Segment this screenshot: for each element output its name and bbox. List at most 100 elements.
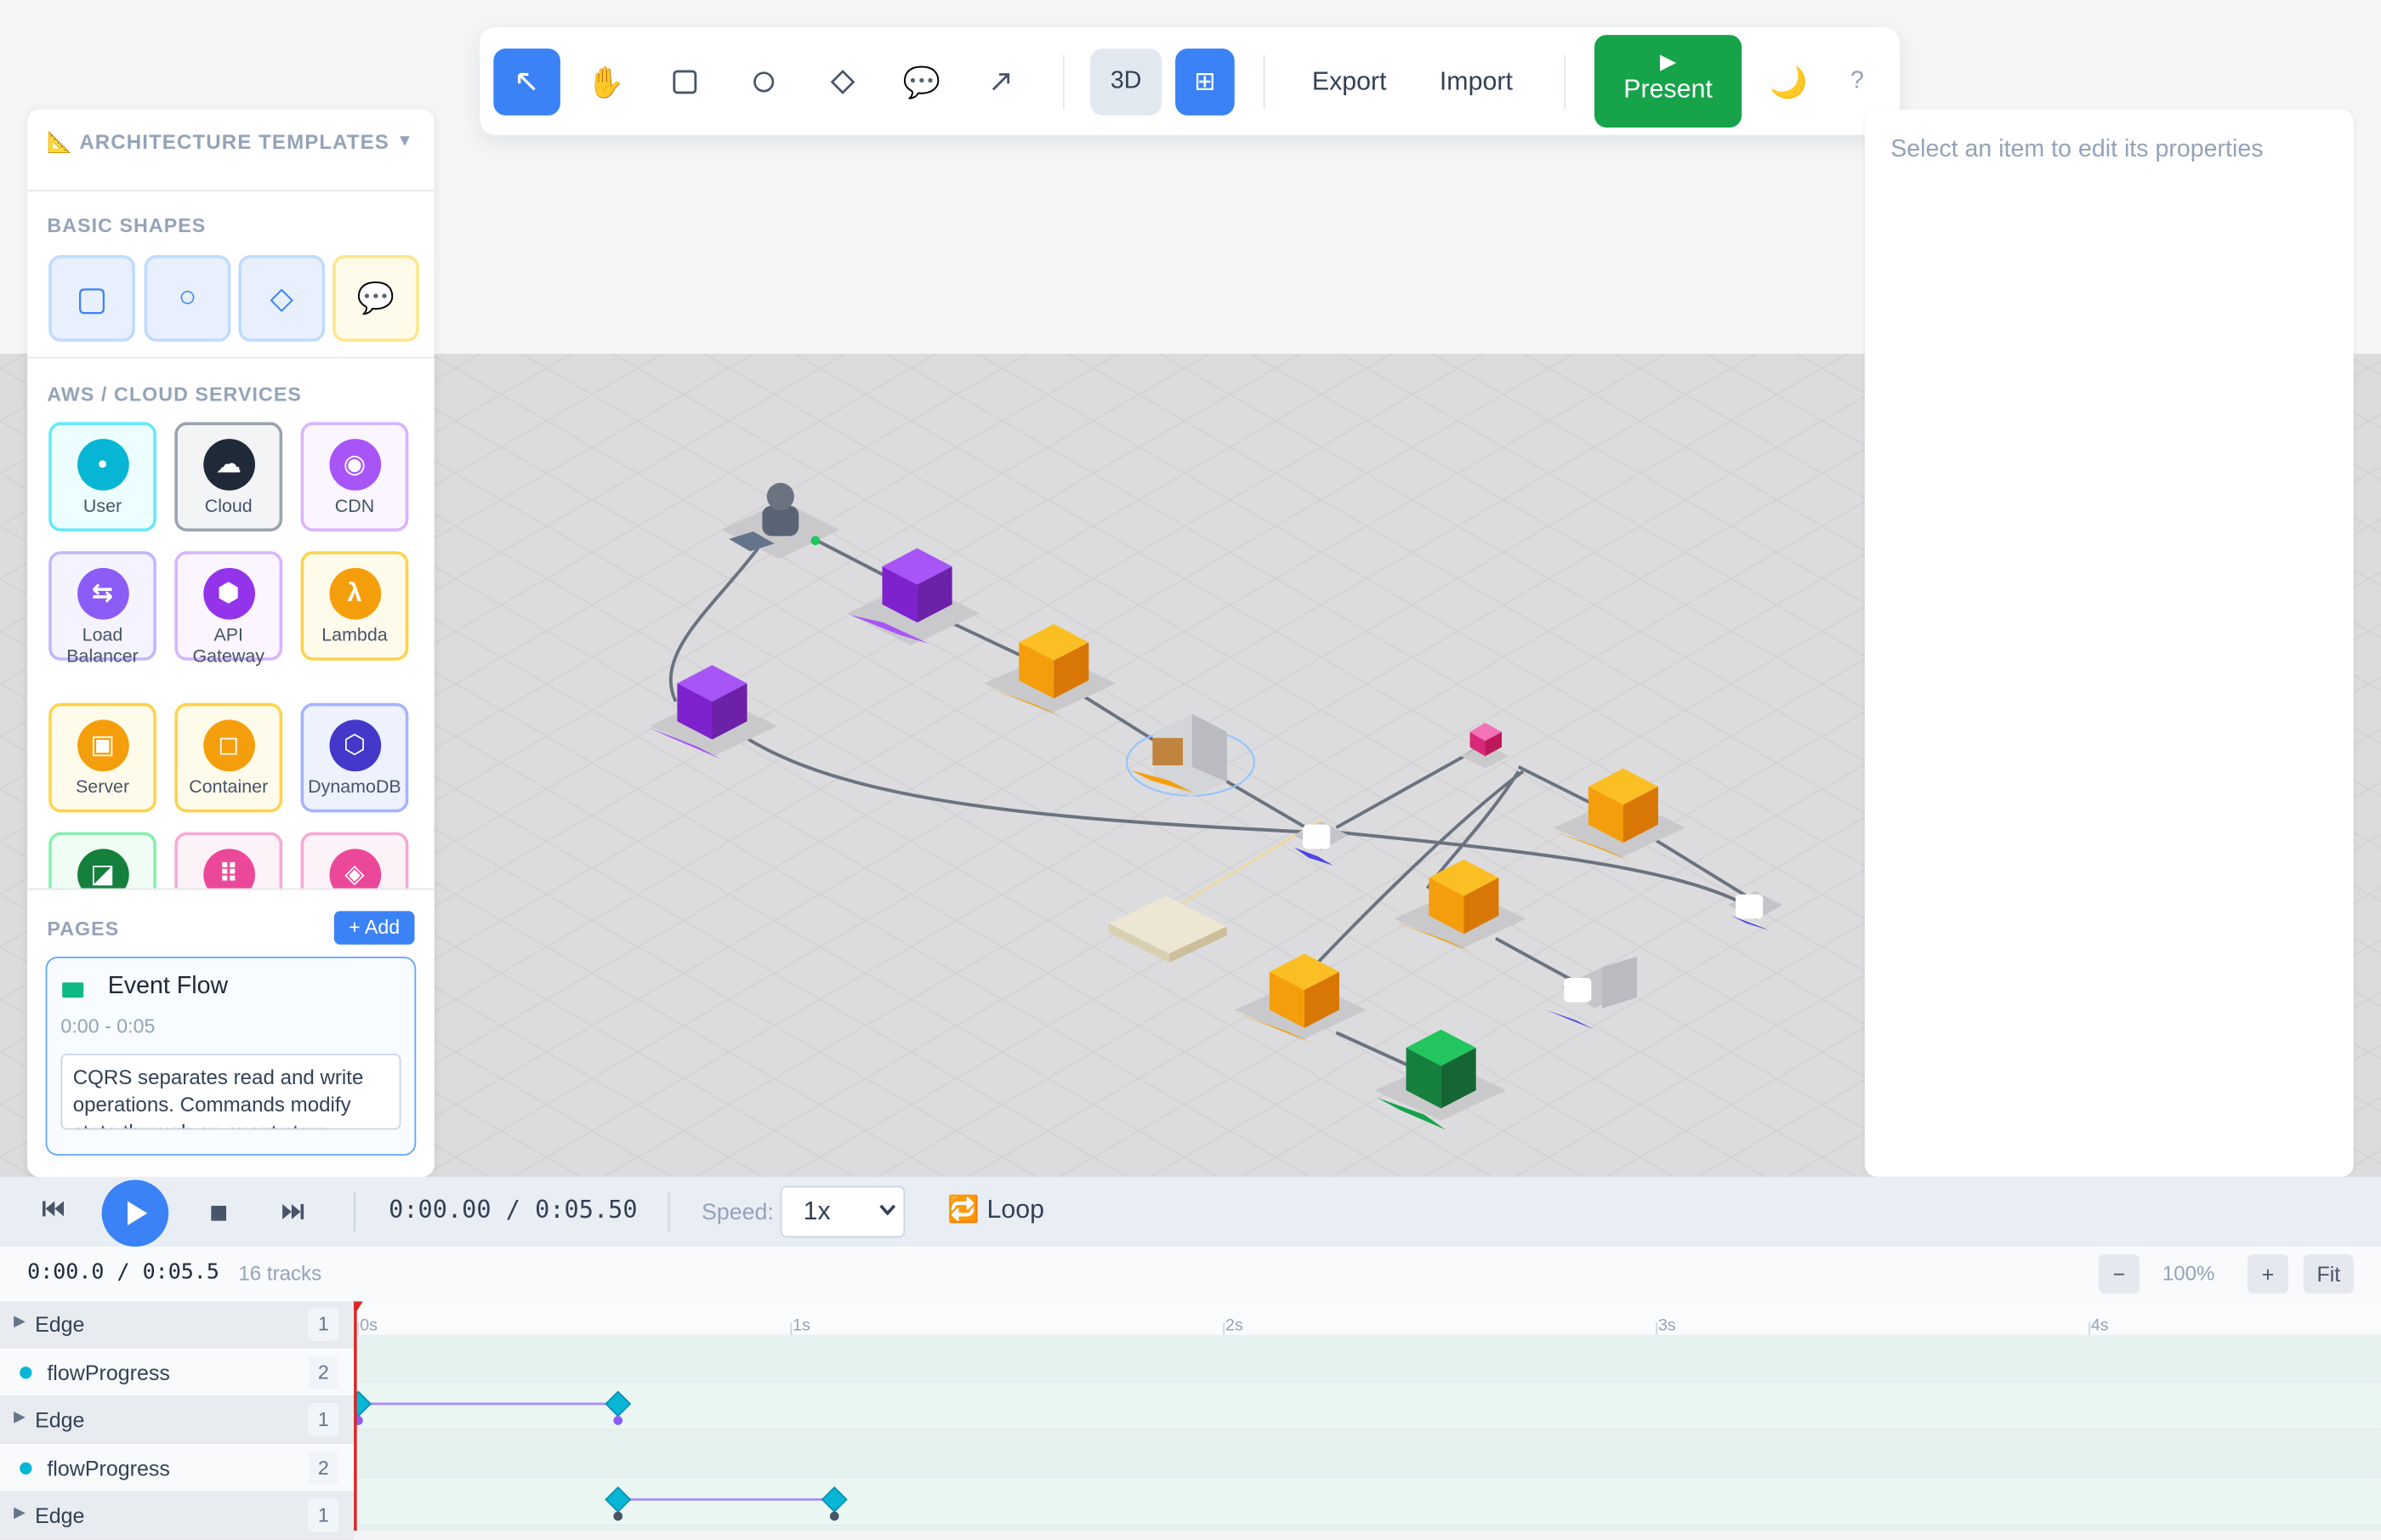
container-icon: ◻: [202, 719, 255, 772]
present-label: Present: [1623, 74, 1713, 104]
track-label: Edge: [35, 1503, 85, 1528]
view-3d-button[interactable]: 3D: [1090, 48, 1162, 116]
basic-shapes-title: BASIC SHAPES: [47, 213, 207, 237]
divider: [668, 1191, 670, 1232]
diamond-tool-button[interactable]: [810, 48, 877, 116]
comment-tool-button[interactable]: 💬: [889, 48, 956, 116]
skip-forward-button[interactable]: [281, 1201, 305, 1230]
comment-icon: 💬: [902, 65, 941, 99]
left-sidebar: 📐 ARCHITECTURE TEMPLATES ▼ BASIC SHAPES …: [27, 109, 435, 1177]
fit-button[interactable]: Fit: [2303, 1253, 2354, 1294]
add-page-button[interactable]: + Add: [333, 911, 415, 945]
track-property[interactable]: flowProgress 2: [0, 1445, 355, 1492]
grid-toggle-button[interactable]: ⊞: [1175, 48, 1235, 116]
skip-forward-icon: [282, 1204, 304, 1219]
rectangle-tool-button[interactable]: [651, 48, 719, 116]
shape-comment-button[interactable]: 💬: [332, 254, 419, 342]
service-load-balancer[interactable]: ⇆ Load Balancer: [48, 551, 156, 667]
time-ruler: [354, 1301, 2381, 1335]
speed-label: Speed:: [701, 1199, 774, 1226]
properties-panel: Select an item to edit its properties: [1864, 109, 2354, 1177]
api-gateway-icon: ⬢: [202, 567, 255, 620]
toolbar-divider: [1564, 54, 1566, 110]
service-container[interactable]: ◻ Container: [174, 702, 283, 813]
lambda-icon: λ: [328, 567, 381, 620]
loop-toggle[interactable]: 🔁 Loop: [947, 1195, 1044, 1225]
theme-toggle-button[interactable]: 🌙: [1759, 48, 1819, 116]
present-button[interactable]: ▶ Present: [1594, 35, 1742, 128]
page-color-flag: [62, 982, 84, 998]
server-icon: ▣: [77, 719, 128, 772]
tick-label: 2s: [1225, 1316, 1243, 1334]
track-lane: [354, 1334, 2381, 1382]
track-count-badge: 1: [308, 1307, 339, 1341]
page-description-field[interactable]: CQRS separates read and write operations…: [60, 1054, 401, 1130]
service-label: Load Balancer: [66, 623, 139, 667]
select-tool-button[interactable]: [493, 48, 560, 116]
service-api-gateway[interactable]: ⬢ API Gateway: [174, 551, 283, 667]
zoom-level: 100%: [2162, 1261, 2215, 1285]
shape-rectangle-button[interactable]: ▢: [48, 254, 135, 342]
service-cdn[interactable]: ◉ CDN: [300, 422, 409, 531]
skip-back-icon: [42, 1201, 64, 1217]
moon-icon: 🌙: [1770, 65, 1808, 99]
timeline-header: 0:00.0 / 0:05.5 16 tracks − 100% + Fit: [0, 1247, 2381, 1304]
play-icon: [127, 1201, 148, 1226]
shape-diamond-button[interactable]: ◇: [238, 254, 326, 342]
expand-icon[interactable]: ▶: [14, 1505, 26, 1522]
track-edge[interactable]: ▶ Edge 1: [0, 1301, 355, 1349]
import-button[interactable]: Import: [1440, 48, 1513, 116]
service-label: DynamoDB: [308, 776, 401, 798]
timeline: ▶ Edge 1 flowProgress 2 ▶ Edge 1 flowProgress 2 ▶ E…: [0, 1301, 2381, 1540]
track-count-badge: 1: [308, 1498, 339, 1532]
tick-label: 3s: [1658, 1316, 1676, 1334]
track-label: Edge: [35, 1407, 85, 1432]
chevron-down-icon[interactable]: ▼: [396, 132, 412, 150]
track-count-badge: 1: [308, 1402, 339, 1437]
service-user[interactable]: • User: [48, 422, 156, 531]
zoom-out-button[interactable]: −: [2098, 1253, 2140, 1294]
track-count: 16 tracks: [238, 1261, 322, 1285]
rectangle-icon: [671, 68, 698, 95]
stop-button[interactable]: [211, 1201, 227, 1228]
pages-title: PAGES: [47, 917, 120, 940]
page-card[interactable]: Event Flow 0:00 - 0:05 CQRS separates re…: [45, 956, 417, 1156]
service-lambda[interactable]: λ Lambda: [300, 551, 409, 661]
divider: [354, 1191, 355, 1232]
user-icon: •: [77, 439, 128, 491]
hand-tool-button[interactable]: ✋: [572, 48, 639, 116]
keyframe-handle: [613, 1511, 623, 1521]
diamond-icon: [829, 68, 856, 95]
timeline-grid[interactable]: 0s 1s 2s 3s 4s: [354, 1301, 2381, 1531]
arrow-tool-button[interactable]: [967, 48, 1034, 116]
circle-tool-button[interactable]: [730, 48, 798, 116]
service-label: Server: [75, 776, 130, 798]
expand-icon[interactable]: ▶: [14, 1409, 26, 1426]
track-edge[interactable]: ▶ Edge 1: [0, 1492, 355, 1540]
service-label: CDN: [334, 495, 375, 517]
play-button[interactable]: [101, 1179, 169, 1247]
track-edge[interactable]: ▶ Edge 1: [0, 1396, 355, 1445]
zoom-in-button[interactable]: +: [2247, 1253, 2289, 1294]
templates-dropdown[interactable]: 📐 ARCHITECTURE TEMPLATES: [47, 131, 389, 156]
track-lane: [354, 1382, 2381, 1429]
help-button[interactable]: ?: [1834, 48, 1880, 116]
service-server[interactable]: ▣ Server: [48, 702, 156, 813]
tick-label: 4s: [2091, 1316, 2109, 1334]
play-icon: ▶: [1659, 48, 1677, 73]
speed-select[interactable]: 1x: [780, 1185, 906, 1238]
service-cloud[interactable]: ☁ Cloud: [174, 422, 283, 531]
toolbar-divider: [1263, 54, 1265, 110]
service-dynamodb[interactable]: ⬡ DynamoDB: [300, 702, 409, 813]
export-button[interactable]: Export: [1312, 48, 1387, 116]
expand-icon[interactable]: ▶: [14, 1314, 26, 1331]
chevron-down-icon: [879, 1204, 896, 1216]
tick-label: 1s: [793, 1316, 810, 1334]
skip-back-button[interactable]: [41, 1198, 65, 1227]
track-property[interactable]: flowProgress 2: [0, 1349, 355, 1396]
page-time-range: 0:00 - 0:05: [60, 1014, 156, 1037]
shape-circle-button[interactable]: ○: [144, 254, 231, 342]
rectangle-icon: ▢: [76, 278, 108, 317]
speed-value: 1x: [803, 1196, 831, 1226]
hand-icon: ✋: [587, 65, 625, 99]
